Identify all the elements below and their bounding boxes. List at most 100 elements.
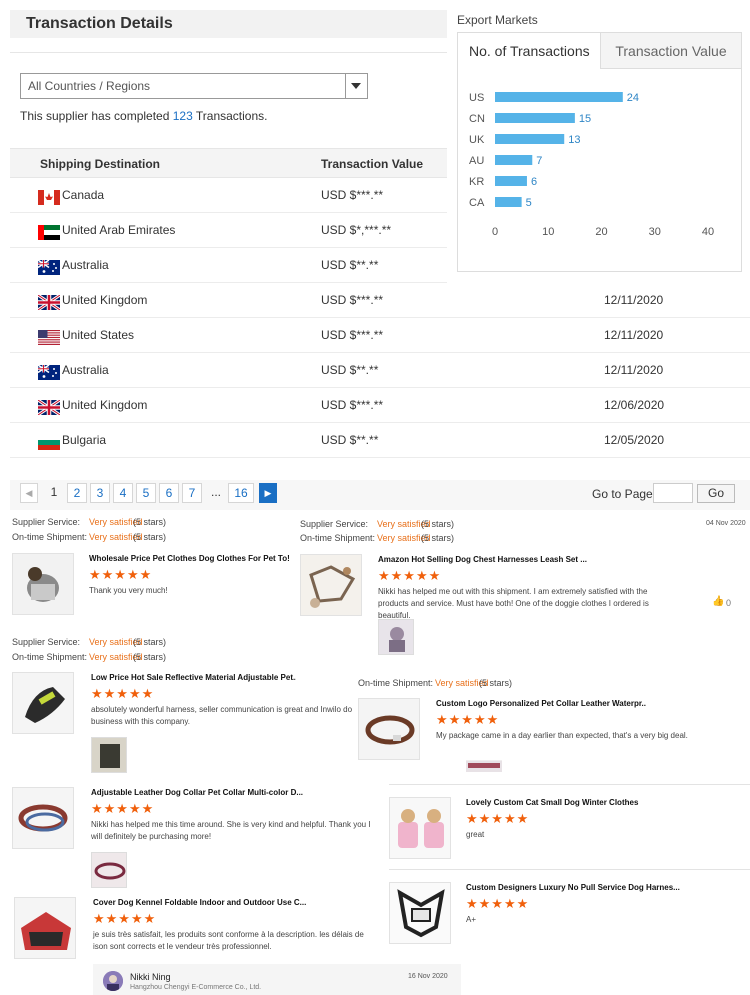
product-title[interactable]: Wholesale Price Pet Clothes Dog Clothes …: [89, 554, 294, 563]
page-link[interactable]: 3: [90, 483, 110, 503]
divider: [389, 869, 750, 870]
table-row: Bulgaria USD $**.** 12/05/2020: [10, 423, 750, 458]
uae-flag-icon: [38, 225, 60, 240]
review-text: A+: [466, 915, 477, 924]
destination-country: Bulgaria: [62, 433, 107, 447]
category-label: CN: [469, 113, 485, 125]
page-last[interactable]: 16: [228, 483, 254, 503]
header-value: Transaction Value: [321, 157, 424, 171]
transaction-value: USD $*,***.**: [321, 223, 392, 237]
review-stars: ★★★★★: [91, 686, 155, 701]
meta-satisfied: Very satisfied: [89, 637, 143, 647]
review-text: My package came in a day earlier than ex…: [436, 731, 688, 740]
review-text: je suis très satisfait, les produits son…: [93, 930, 364, 951]
transaction-date: 12/05/2020: [604, 433, 665, 447]
country-select-value: All Countries / Regions: [28, 79, 151, 93]
page-current[interactable]: 1: [44, 483, 64, 503]
product-title[interactable]: Custom Logo Personalized Pet Collar Leat…: [436, 699, 646, 708]
review-stars: ★★★★★: [93, 911, 157, 926]
completed-count: 123: [172, 109, 193, 123]
product-thumbnail[interactable]: [300, 554, 362, 616]
transaction-title: Transaction Details: [26, 15, 173, 32]
thumbs-up-icon[interactable]: 👍: [712, 596, 724, 607]
export-bar-chart: US 24 CN 15 UK 13 AU 7 KR 6 CA 5 0 10 20 30 40: [469, 92, 714, 238]
product-thumbnail[interactable]: [358, 698, 420, 760]
canada-flag-icon: [38, 190, 60, 205]
prev-page-button[interactable]: ◀: [20, 483, 38, 503]
meta-stars: (5 stars): [421, 519, 455, 529]
product-thumbnail[interactable]: [389, 797, 451, 859]
tick-label: 40: [702, 226, 714, 238]
category-label: US: [469, 92, 484, 104]
reply-date: 16 Nov 2020: [408, 973, 448, 980]
transaction-date: 12/11/2020: [604, 293, 664, 307]
review-stars: ★★★★★: [466, 896, 530, 911]
product-title[interactable]: Adjustable Leather Dog Collar Pet Collar…: [91, 788, 306, 797]
transaction-panel: Transaction Details All Countries / Regi…: [10, 10, 750, 510]
data-label: 13: [568, 134, 580, 146]
review-stars: ★★★★★: [91, 801, 155, 816]
destination-country: Australia: [62, 363, 109, 377]
review-text: great: [466, 830, 485, 839]
meta-satisfied: Very satisfied: [89, 517, 143, 527]
transaction-date: 12/11/2020: [604, 328, 664, 342]
tab-no-of-transactions[interactable]: No. of Transactions: [458, 33, 600, 69]
product-title[interactable]: Amazon Hot Selling Dog Chest Harnesses L…: [378, 555, 588, 564]
review-photo[interactable]: [91, 737, 127, 773]
supplier-service-rating: Supplier Service: Very satisfied(5 stars): [12, 517, 166, 527]
transaction-value: USD $**.**: [321, 258, 379, 272]
table-row: United States USD $***.** 12/11/2020: [10, 318, 750, 353]
transaction-value: USD $***.**: [321, 328, 384, 342]
bar[interactable]: [495, 92, 623, 102]
bar[interactable]: [495, 197, 522, 207]
category-label: AU: [469, 155, 484, 167]
page-link[interactable]: 6: [159, 483, 179, 503]
product-title[interactable]: Lovely Custom Cat Small Dog Winter Cloth…: [466, 798, 676, 807]
bar[interactable]: [495, 134, 565, 144]
next-page-button[interactable]: ▶: [259, 483, 277, 503]
bar[interactable]: [495, 113, 575, 123]
review-photo[interactable]: [378, 619, 414, 655]
destination-country: United Arab Emirates: [62, 223, 176, 237]
product-title[interactable]: Cover Dog Kennel Foldable Indoor and Out…: [93, 898, 308, 907]
transaction-date: 12/06/2020: [604, 398, 665, 412]
product-thumbnail[interactable]: [12, 787, 74, 849]
meta-stars: (5 stars): [421, 533, 455, 543]
uk-flag-icon: [38, 295, 60, 310]
review-photo[interactable]: [91, 852, 127, 888]
meta-label: On-time Shipment:: [300, 533, 376, 543]
data-label: 5: [526, 197, 532, 209]
divider: [389, 784, 750, 785]
avatar: [103, 971, 123, 991]
product-thumbnail[interactable]: [14, 897, 76, 959]
meta-satisfied: Very satisfied: [435, 678, 489, 688]
dropdown-arrow[interactable]: [345, 74, 367, 98]
page-link[interactable]: 4: [113, 483, 133, 503]
meta-label: On-time Shipment:: [12, 652, 88, 662]
country-select[interactable]: All Countries / Regions: [20, 73, 368, 99]
table-row: United Kingdom USD $***.** 12/11/2020: [10, 283, 750, 318]
reply-company: Hangzhou Chengyi E-Commerce Co., Ltd.: [130, 984, 262, 991]
product-thumbnail[interactable]: [389, 882, 451, 944]
data-label: 6: [531, 176, 537, 188]
review-photo[interactable]: [466, 760, 502, 772]
bar[interactable]: [495, 155, 533, 165]
ontime-shipment-rating: On-time Shipment: Very satisfied(5 stars): [358, 678, 512, 688]
product-title[interactable]: Low Price Hot Sale Reflective Material A…: [91, 673, 296, 682]
page-link[interactable]: 5: [136, 483, 156, 503]
product-thumbnail[interactable]: [12, 553, 74, 615]
transaction-value: USD $***.**: [321, 398, 384, 412]
goto-page-input[interactable]: [653, 483, 693, 503]
tab-transaction-value[interactable]: Transaction Value: [600, 33, 741, 69]
product-thumbnail[interactable]: [12, 672, 74, 734]
page-link[interactable]: 2: [67, 483, 87, 503]
product-title[interactable]: Custom Designers Luxury No Pull Service …: [466, 883, 681, 892]
export-markets-panel: No. of Transactions Transaction Value US…: [457, 32, 742, 272]
table-row: Australia USD $**.** 12/11/2020: [10, 353, 750, 388]
page-link[interactable]: 7: [182, 483, 202, 503]
like-count: 0: [726, 598, 732, 608]
go-button[interactable]: Go: [697, 484, 735, 503]
review-stars: ★★★★★: [436, 712, 500, 727]
bar[interactable]: [495, 176, 527, 186]
meta-label: Supplier Service:: [300, 519, 369, 529]
